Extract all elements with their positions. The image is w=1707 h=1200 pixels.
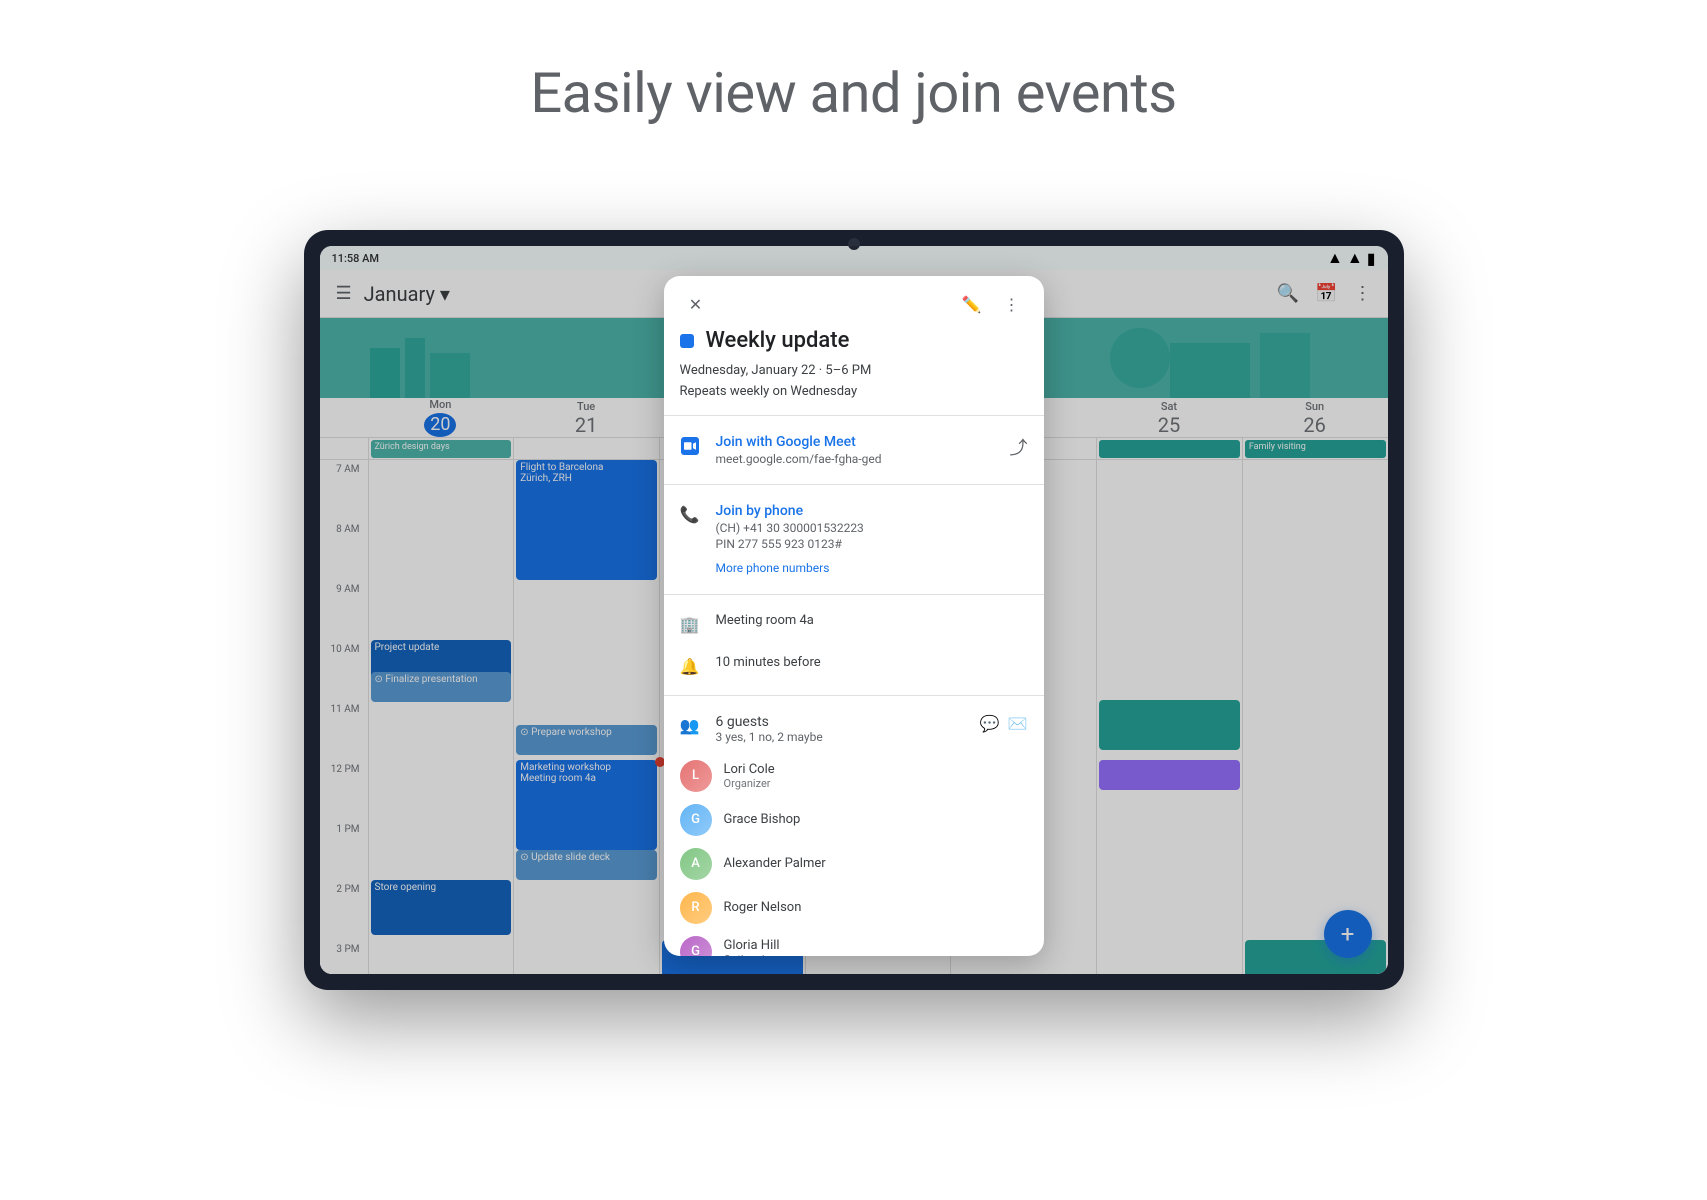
tablet-screen: 11:58 AM ▲ ▲ ▮ ☰ January ▾ 🔍 📅 ⋮	[320, 246, 1388, 974]
guest-name-alex: Alexander Palmer	[724, 856, 826, 871]
guest-name-grace: Grace Bishop	[724, 812, 801, 827]
guest-info-alex: Alexander Palmer	[724, 856, 826, 871]
guest-name-roger: Roger Nelson	[724, 900, 802, 915]
guest-name-lori: Lori Cole	[724, 762, 775, 777]
guests-icon: 👥	[680, 716, 700, 736]
share-button[interactable]: ⤴	[1010, 434, 1028, 460]
reminder-text: 10 minutes before	[716, 655, 1028, 670]
email-icon[interactable]: ✉️	[1008, 714, 1028, 733]
guest-avatar-gloria: G	[680, 936, 712, 956]
guests-action-icons: 💬 ✉️	[980, 714, 1028, 733]
location-text: Meeting room 4a	[716, 613, 1028, 628]
guest-avatar-roger: R	[680, 892, 712, 924]
guests-count: 6 guests	[716, 714, 964, 730]
guest-gloria[interactable]: G Gloria Hill Optional	[664, 930, 1044, 956]
location-icon: 🏢	[680, 615, 700, 635]
divider-3	[664, 594, 1044, 595]
close-button[interactable]: ✕	[680, 288, 712, 320]
guest-avatar-lori: L	[680, 760, 712, 792]
event-title-row: Weekly update	[664, 328, 1044, 361]
bell-icon: 🔔	[680, 657, 700, 677]
guest-info-lori: Lori Cole Organizer	[724, 762, 775, 790]
guest-lori[interactable]: L Lori Cole Organizer	[664, 754, 1044, 798]
dialog-toolbar: ✕ ✏️ ⋮	[664, 276, 1044, 328]
guest-avatar-grace: G	[680, 804, 712, 836]
more-options-button[interactable]: ⋮	[996, 288, 1028, 320]
guest-avatar-alex: A	[680, 848, 712, 880]
meet-row: Join with Google Meet meet.google.com/fa…	[664, 424, 1044, 476]
guests-row: 👥 6 guests 3 yes, 1 no, 2 maybe 💬 ✉️	[664, 704, 1044, 754]
guest-info-roger: Roger Nelson	[724, 900, 802, 915]
phone-number: (CH) +41 30 300001532223	[716, 521, 1028, 535]
guest-role-gloria: Optional	[724, 953, 780, 956]
meet-url: meet.google.com/fae-fgha-ged	[716, 452, 994, 466]
location-content: Meeting room 4a	[716, 613, 1028, 628]
event-color-indicator	[680, 334, 694, 348]
divider-1	[664, 415, 1044, 416]
phone-join-link[interactable]: Join by phone	[716, 503, 1028, 519]
guests-header-content: 6 guests 3 yes, 1 no, 2 maybe	[716, 714, 964, 744]
reminder-row: 🔔 10 minutes before	[664, 645, 1044, 687]
phone-content: Join by phone (CH) +41 30 300001532223 P…	[716, 503, 1028, 576]
guest-info-grace: Grace Bishop	[724, 812, 801, 827]
dialog-overlay: ✕ ✏️ ⋮ Weekly update Wednesday, January …	[320, 246, 1388, 974]
phone-pin: PIN 277 555 923 0123#	[716, 537, 1028, 551]
divider-4	[664, 695, 1044, 696]
meet-content: Join with Google Meet meet.google.com/fa…	[716, 434, 994, 466]
event-date: Wednesday, January 22 · 5–6 PM	[680, 361, 1028, 382]
reminder-content: 10 minutes before	[716, 655, 1028, 670]
event-dialog: ✕ ✏️ ⋮ Weekly update Wednesday, January …	[664, 276, 1044, 956]
guest-alex[interactable]: A Alexander Palmer	[664, 842, 1044, 886]
phone-row: 📞 Join by phone (CH) +41 30 300001532223…	[664, 493, 1044, 586]
divider-2	[664, 484, 1044, 485]
guest-info-gloria: Gloria Hill Optional	[724, 938, 780, 956]
page-heading: Easily view and join events	[0, 0, 1707, 166]
guest-grace[interactable]: G Grace Bishop	[664, 798, 1044, 842]
guest-name-gloria: Gloria Hill	[724, 938, 780, 953]
meet-icon	[680, 436, 700, 456]
more-phone-link[interactable]: More phone numbers	[716, 557, 1028, 576]
tablet-wrapper: 11:58 AM ▲ ▲ ▮ ☰ January ▾ 🔍 📅 ⋮	[304, 230, 1404, 990]
phone-icon: 📞	[680, 505, 700, 525]
tablet-frame: 11:58 AM ▲ ▲ ▮ ☰ January ▾ 🔍 📅 ⋮	[304, 230, 1404, 990]
guest-roger[interactable]: R Roger Nelson	[664, 886, 1044, 930]
event-title: Weekly update	[706, 328, 850, 353]
location-row: 🏢 Meeting room 4a	[664, 603, 1044, 645]
event-recurrence: Repeats weekly on Wednesday	[680, 382, 1028, 403]
edit-button[interactable]: ✏️	[956, 288, 988, 320]
guest-role-lori: Organizer	[724, 777, 775, 790]
meet-join-link[interactable]: Join with Google Meet	[716, 434, 994, 450]
chat-icon[interactable]: 💬	[980, 714, 1000, 733]
guests-summary: 3 yes, 1 no, 2 maybe	[716, 730, 964, 744]
event-datetime: Wednesday, January 22 · 5–6 PM Repeats w…	[664, 361, 1044, 407]
